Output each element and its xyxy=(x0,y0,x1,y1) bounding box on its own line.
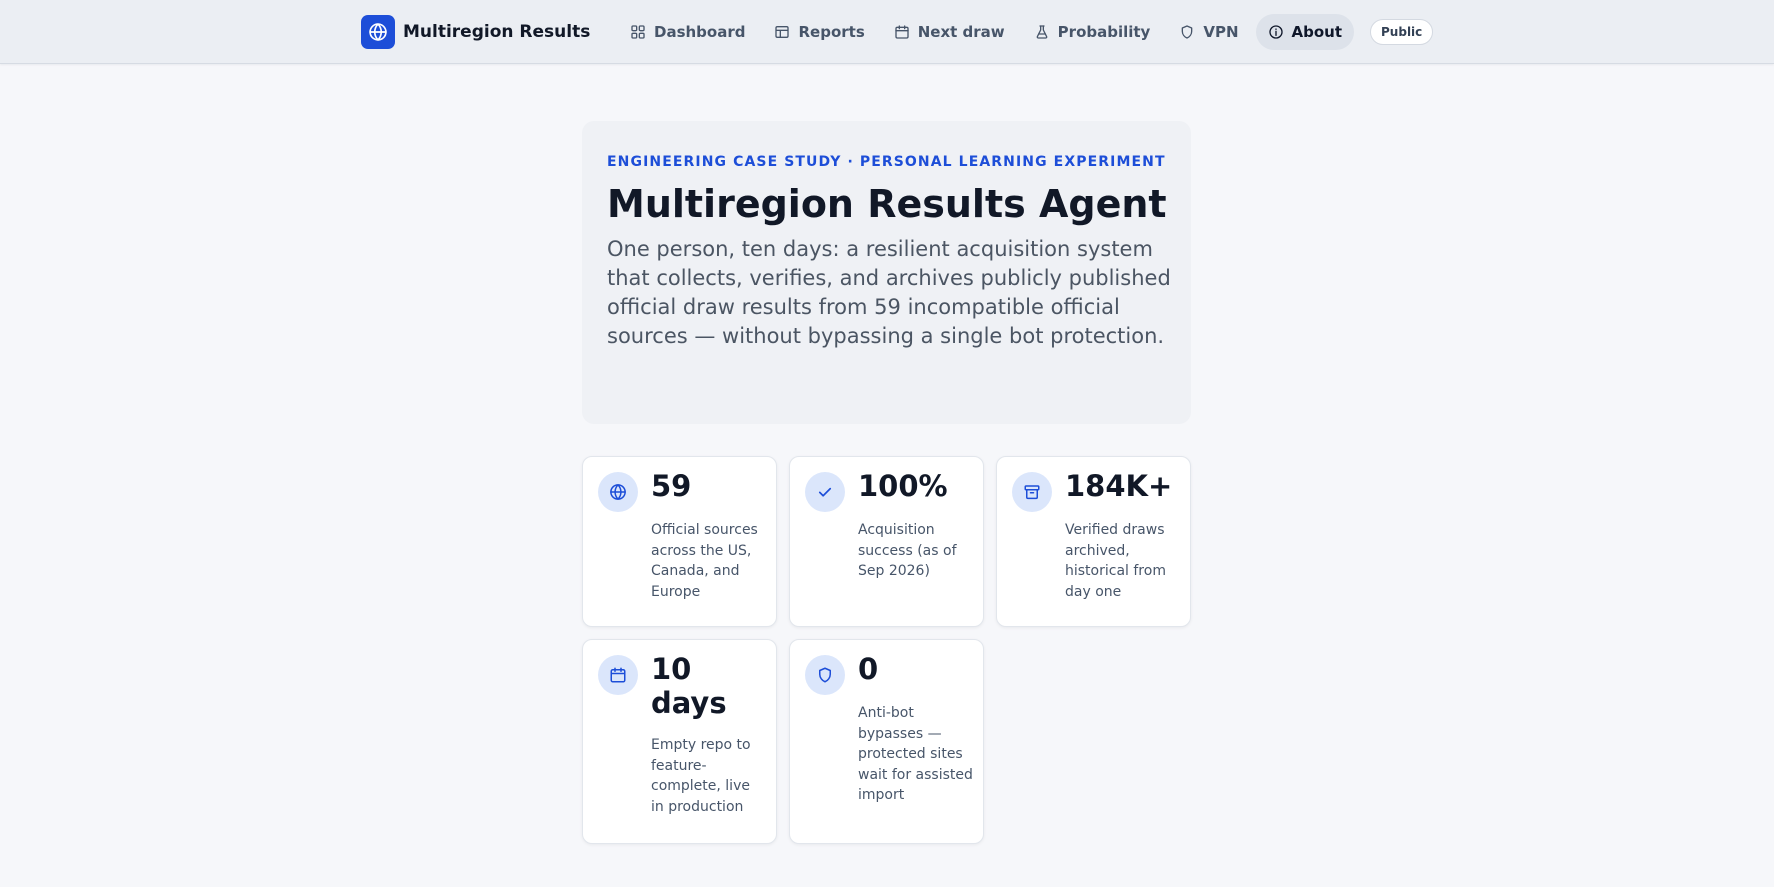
brand-link[interactable]: Multiregion Results xyxy=(361,15,590,49)
stat-label: Anti-bot bypasses — protected sites wait… xyxy=(858,705,973,804)
nav-label: Probability xyxy=(1057,23,1151,41)
nav-label: VPN xyxy=(1203,23,1239,41)
nav-label: Next draw xyxy=(917,23,1005,41)
nav-item-vpn[interactable]: VPN xyxy=(1167,14,1250,50)
nav-label: Reports xyxy=(798,23,865,41)
globe-icon xyxy=(361,15,395,49)
stat-value: 100% xyxy=(858,469,948,503)
stat-card-sources: 59 Official sources across the US, Canad… xyxy=(582,456,777,627)
public-badge: Public xyxy=(1370,19,1434,45)
table-icon xyxy=(775,26,790,38)
calendar-icon xyxy=(598,655,638,695)
nav-item-about[interactable]: About xyxy=(1255,14,1355,50)
stat-value: 10 days xyxy=(651,652,727,720)
nav-label: Dashboard xyxy=(654,23,746,41)
hero-eyebrow: ENGINEERING CASE STUDY · PERSONAL LEARNI… xyxy=(607,154,1166,170)
shield-icon xyxy=(1182,25,1193,39)
brand-name: Multiregion Results xyxy=(403,22,591,42)
stat-label: Acquisition success (as of Sep 2026) xyxy=(858,522,957,580)
stat-value: 184K+ xyxy=(1065,469,1173,503)
nav-item-probability[interactable]: Probability xyxy=(1022,14,1163,50)
info-icon xyxy=(1268,25,1283,39)
grid-icon xyxy=(631,25,645,39)
nav-item-reports[interactable]: Reports xyxy=(762,14,876,50)
calendar-icon xyxy=(895,25,909,39)
archive-icon xyxy=(1012,472,1052,512)
hero-section: ENGINEERING CASE STUDY · PERSONAL LEARNI… xyxy=(582,121,1191,424)
flask-icon xyxy=(1036,25,1048,39)
globe-icon xyxy=(598,472,638,512)
stat-label: Official sources across the US, Canada, … xyxy=(651,522,758,600)
stat-label: Empty repo to feature-complete, live in … xyxy=(651,737,751,815)
hero-description: One person, ten days: a resilient acquis… xyxy=(607,237,1171,348)
nav-label: About xyxy=(1291,23,1343,41)
stat-card-duration: 10 days Empty repo to feature-complete, … xyxy=(582,639,777,844)
page-title: Multiregion Results Agent xyxy=(607,182,1167,226)
shield-icon xyxy=(805,655,845,695)
stat-value: 0 xyxy=(858,652,879,686)
stat-card-success: 100% Acquisition success (as of Sep 2026… xyxy=(789,456,984,627)
nav-item-next-draw[interactable]: Next draw xyxy=(882,14,1017,50)
top-navigation-bar: Multiregion Results Dashboard Reports Ne… xyxy=(0,0,1774,64)
stat-label: Verified draws archived, historical from… xyxy=(1065,522,1166,600)
stat-card-bypasses: 0 Anti-bot bypasses — protected sites wa… xyxy=(789,639,984,844)
main-nav: Dashboard Reports Next draw Probability … xyxy=(618,14,1434,50)
stat-value: 59 xyxy=(651,469,692,503)
check-icon xyxy=(805,472,845,512)
nav-item-dashboard[interactable]: Dashboard xyxy=(618,14,757,50)
stat-card-archive: 184K+ Verified draws archived, historica… xyxy=(996,456,1191,627)
